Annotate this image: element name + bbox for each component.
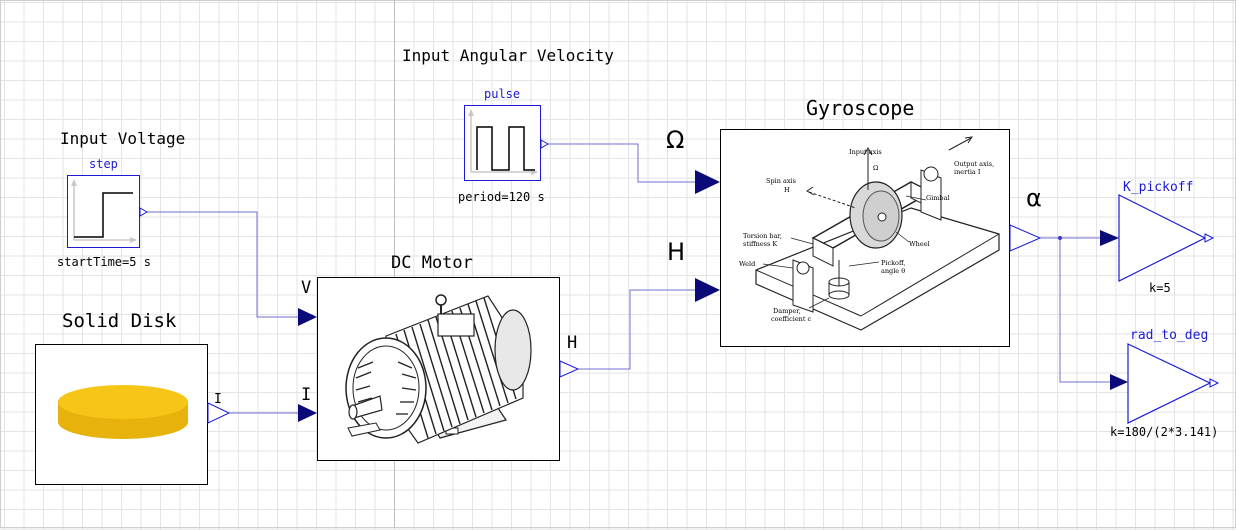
motor-v-label: V — [301, 278, 312, 298]
gyro-pickoff-label: Pickoff, — [881, 259, 905, 267]
gyro-damper-label: Damper, — [773, 307, 801, 315]
gyroscope-title: Gyroscope — [806, 96, 915, 120]
k-pickoff-block-name: K_pickoff — [1123, 180, 1194, 195]
pulse-block-name: pulse — [484, 87, 521, 101]
disk-port-label: I — [214, 392, 222, 407]
gyro-omega-label: Ω — [873, 164, 878, 172]
gyro-inertia-label: inertia I — [954, 168, 981, 176]
k-pickoff-param: k=5 — [1149, 281, 1171, 295]
gyro-torsion-bar-label: Torsion bar, — [743, 232, 782, 240]
gyro-output-axis-label: Output axis, — [954, 160, 994, 168]
electric-motor-icon — [345, 294, 532, 444]
step-block[interactable] — [67, 175, 140, 248]
gyro-alpha-port-label: α — [1026, 184, 1042, 212]
gyroscope-diagram-icon: Input axis Ω Output axis, inertia I Spin… — [739, 136, 1000, 331]
gyro-input-axis-label: Input axis — [849, 148, 882, 156]
wire-step-to-motor-v — [147, 211, 298, 318]
solid-disk-block[interactable] — [35, 344, 208, 485]
wire-motor-h-to-gyro-h — [578, 289, 695, 370]
gyro-gimbal-label: Gimbal — [926, 194, 950, 202]
wire-junction — [1058, 236, 1062, 240]
gyro-stiffness-label: stiffness K — [743, 240, 777, 248]
gyro-h-port-label: H — [667, 238, 686, 266]
gyro-spin-h-label: H — [784, 186, 790, 194]
dc-motor-title: DC Motor — [391, 253, 473, 273]
motor-h-label: H — [567, 333, 578, 353]
wire-alpha-to-rad-to-deg — [1059, 238, 1110, 383]
step-block-name: step — [89, 157, 118, 171]
gyro-wheel-label: Wheel — [909, 240, 930, 248]
gyro-weld-label: Weld — [739, 260, 755, 268]
rad-to-deg-param: k=180/(2*3.141) — [1110, 425, 1219, 439]
dc-motor-block[interactable] — [317, 277, 560, 461]
gyro-omega-port-label: Ω — [666, 126, 685, 154]
step-icon — [71, 179, 137, 243]
pulse-block[interactable] — [464, 105, 541, 181]
rad-to-deg-block-name: rad_to_deg — [1130, 328, 1209, 343]
solid-disk-title: Solid Disk — [62, 310, 177, 332]
gyroscope-block[interactable]: Input axis Ω Output axis, inertia I Spin… — [720, 129, 1010, 347]
disk-icon — [58, 385, 188, 439]
gyro-spin-axis-label: Spin axis — [766, 177, 796, 185]
gyro-coefficient-label: coefficient c — [771, 315, 812, 323]
pulse-icon — [468, 109, 538, 175]
input-angular-velocity-label: Input Angular Velocity — [402, 46, 614, 65]
step-block-param: startTime=5 s — [57, 255, 151, 269]
pulse-block-param: period=120 s — [458, 190, 545, 204]
input-voltage-label: Input Voltage — [60, 129, 186, 148]
gyro-angle-label: angle θ — [881, 267, 905, 275]
motor-i-label: I — [301, 385, 312, 405]
